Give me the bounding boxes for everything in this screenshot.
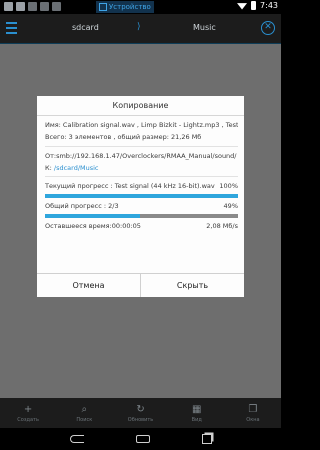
create-label: Создать: [17, 416, 39, 423]
refresh-button[interactable]: ↻ Обновить: [112, 398, 168, 428]
total-progress-bar: [45, 214, 238, 218]
total-progress-row: Общий прогресс : 2/3 49%: [45, 202, 238, 210]
remaining-row: Оставшееся время:00:00:05 2,08 Мб/s: [45, 222, 238, 230]
refresh-label: Обновить: [127, 416, 154, 423]
windows-label: Окна: [246, 416, 260, 423]
destination-prefix: К:: [45, 164, 54, 172]
breadcrumb-sdcard[interactable]: sdcard: [72, 23, 99, 32]
back-icon[interactable]: [69, 435, 84, 443]
device-badge-label: Устройство: [109, 3, 151, 11]
source-path: От:smb://192.168.1.47/Overclockers/RMAA_…: [45, 152, 237, 160]
notification-icons: [4, 2, 61, 11]
status-bar: Устройство 7:43: [0, 0, 281, 14]
clock: 7:43: [260, 1, 278, 10]
gallery-icon: [28, 2, 37, 11]
current-progress-fill: [45, 194, 238, 198]
destination-path: /sdcard/Music: [53, 164, 99, 172]
current-progress-percent: 100%: [219, 182, 238, 190]
image-icon: [16, 2, 25, 11]
system-nav-bar: [0, 428, 281, 450]
current-progress-row: Текущий прогресс : Test signal (44 kHz 1…: [45, 182, 238, 190]
destination-line: К: /sdcard/Music: [45, 164, 238, 172]
breadcrumb-music[interactable]: Music: [193, 23, 216, 32]
windows-icon: ❐: [248, 403, 258, 415]
notification-icon: [4, 2, 13, 11]
refresh-icon: ↻: [136, 403, 145, 415]
search-label: Поиск: [76, 416, 93, 423]
total-progress-fill: [45, 214, 140, 218]
status-right: 7:43: [237, 1, 278, 10]
app-bar: sdcard ⟩ Music ✕: [0, 14, 281, 44]
grid-icon: ▦: [191, 403, 202, 415]
create-button[interactable]: + Создать: [0, 398, 56, 428]
transfer-speed: 2,08 Мб/s: [206, 222, 238, 230]
wifi-icon: [237, 3, 248, 10]
divider: [45, 146, 238, 147]
file-icon: [40, 2, 49, 11]
current-progress-bar: [45, 194, 238, 198]
cancel-button[interactable]: Отмена: [37, 274, 140, 297]
android-icon: [52, 2, 61, 11]
current-progress-label: Текущий прогресс : Test signal (44 kHz 1…: [45, 182, 215, 190]
search-icon: ⌕: [81, 403, 88, 415]
home-icon[interactable]: [135, 435, 150, 443]
remaining-time: Оставшееся время:00:00:05: [45, 222, 141, 230]
view-button[interactable]: ▦ Вид: [169, 398, 225, 428]
view-label: Вид: [191, 416, 202, 423]
breadcrumb-separator: ⟩: [137, 22, 141, 32]
plus-icon: +: [23, 403, 33, 415]
windows-button[interactable]: ❐ Окна: [225, 398, 281, 428]
file-names: Имя: Calibration signal.wav , Limp Bizki…: [45, 121, 238, 129]
total-progress-percent: 49%: [223, 202, 238, 210]
bottom-toolbar: + Создать ⌕ Поиск ↻ Обновить ▦ Вид ❐ Окн…: [0, 398, 281, 428]
total-progress-label: Общий прогресс : 2/3: [45, 202, 119, 210]
close-icon[interactable]: ✕: [261, 21, 275, 35]
search-button[interactable]: ⌕ Поиск: [56, 398, 112, 428]
hide-button[interactable]: Скрыть: [140, 274, 244, 297]
recent-apps-icon[interactable]: [201, 434, 212, 444]
dialog-title: Копирование: [37, 96, 244, 116]
device-badge: Устройство: [96, 1, 154, 13]
total-info: Всего: 3 элементов , общий размер: 21,26…: [45, 133, 202, 141]
dialog-buttons: Отмена Скрыть: [37, 273, 244, 297]
divider: [45, 176, 238, 177]
copy-dialog: Копирование Имя: Calibration signal.wav …: [37, 96, 244, 297]
battery-icon: [251, 1, 257, 10]
menu-icon[interactable]: [6, 22, 17, 34]
checkbox-icon: [99, 3, 107, 11]
